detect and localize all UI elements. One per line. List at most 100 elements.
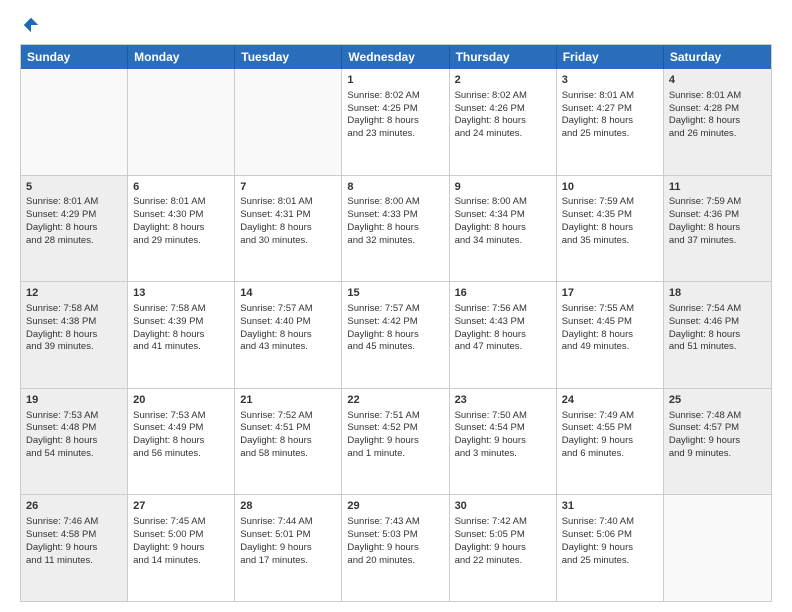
day-info-line: Daylight: 8 hours <box>133 435 229 448</box>
day-info-line: and 23 minutes. <box>347 128 443 141</box>
header-day-wednesday: Wednesday <box>342 45 449 69</box>
header-day-friday: Friday <box>557 45 664 69</box>
day-info-line: Sunset: 4:45 PM <box>562 316 658 329</box>
calendar-cell-29: 29Sunrise: 7:43 AMSunset: 5:03 PMDayligh… <box>342 495 449 601</box>
calendar-cell-28: 28Sunrise: 7:44 AMSunset: 5:01 PMDayligh… <box>235 495 342 601</box>
day-info-line: and 25 minutes. <box>562 128 658 141</box>
day-info-line: Sunrise: 8:00 AM <box>347 196 443 209</box>
day-info-line: and 41 minutes. <box>133 341 229 354</box>
day-number: 28 <box>240 499 336 514</box>
day-info-line: Sunrise: 7:44 AM <box>240 516 336 529</box>
page: SundayMondayTuesdayWednesdayThursdayFrid… <box>0 0 792 612</box>
day-info-line: Sunset: 4:30 PM <box>133 209 229 222</box>
day-info-line: and 45 minutes. <box>347 341 443 354</box>
day-info-line: Sunrise: 8:01 AM <box>133 196 229 209</box>
day-info-line: and 43 minutes. <box>240 341 336 354</box>
calendar-cell-9: 9Sunrise: 8:00 AMSunset: 4:34 PMDaylight… <box>450 176 557 282</box>
header <box>20 16 772 34</box>
week-row-2: 12Sunrise: 7:58 AMSunset: 4:38 PMDayligh… <box>21 282 771 389</box>
day-info-line: Daylight: 8 hours <box>133 329 229 342</box>
day-info-line: Sunrise: 7:51 AM <box>347 410 443 423</box>
day-number: 8 <box>347 180 443 195</box>
day-info-line: Daylight: 9 hours <box>240 542 336 555</box>
day-info-line: Daylight: 8 hours <box>240 329 336 342</box>
day-number: 18 <box>669 286 766 301</box>
day-info-line: and 25 minutes. <box>562 555 658 568</box>
day-info-line: Daylight: 9 hours <box>562 542 658 555</box>
day-info-line: Sunrise: 8:01 AM <box>240 196 336 209</box>
day-info-line: Sunset: 5:05 PM <box>455 529 551 542</box>
day-info-line: Sunset: 5:03 PM <box>347 529 443 542</box>
day-info-line: Sunrise: 7:59 AM <box>669 196 766 209</box>
week-row-4: 26Sunrise: 7:46 AMSunset: 4:58 PMDayligh… <box>21 495 771 601</box>
day-info-line: and 34 minutes. <box>455 235 551 248</box>
day-info-line: and 56 minutes. <box>133 448 229 461</box>
calendar-cell-13: 13Sunrise: 7:58 AMSunset: 4:39 PMDayligh… <box>128 282 235 388</box>
day-info-line: Daylight: 8 hours <box>669 115 766 128</box>
day-info-line: and 29 minutes. <box>133 235 229 248</box>
day-info-line: Sunrise: 8:02 AM <box>455 90 551 103</box>
day-info-line: Daylight: 8 hours <box>455 329 551 342</box>
day-info-line: and 37 minutes. <box>669 235 766 248</box>
day-number: 13 <box>133 286 229 301</box>
day-info-line: Daylight: 8 hours <box>240 222 336 235</box>
day-info-line: and 28 minutes. <box>26 235 122 248</box>
calendar-cell-empty-2 <box>235 69 342 175</box>
day-info-line: Daylight: 8 hours <box>455 222 551 235</box>
calendar-cell-27: 27Sunrise: 7:45 AMSunset: 5:00 PMDayligh… <box>128 495 235 601</box>
day-info-line: Sunset: 4:31 PM <box>240 209 336 222</box>
day-info-line: Sunset: 4:42 PM <box>347 316 443 329</box>
calendar-cell-7: 7Sunrise: 8:01 AMSunset: 4:31 PMDaylight… <box>235 176 342 282</box>
day-number: 5 <box>26 180 122 195</box>
day-info-line: Daylight: 8 hours <box>26 222 122 235</box>
day-number: 15 <box>347 286 443 301</box>
day-info-line: Sunrise: 7:53 AM <box>133 410 229 423</box>
day-info-line: and 24 minutes. <box>455 128 551 141</box>
day-info-line: Sunset: 4:36 PM <box>669 209 766 222</box>
day-info-line: and 32 minutes. <box>347 235 443 248</box>
day-info-line: Sunrise: 7:50 AM <box>455 410 551 423</box>
week-row-1: 5Sunrise: 8:01 AMSunset: 4:29 PMDaylight… <box>21 176 771 283</box>
day-info-line: Daylight: 9 hours <box>455 542 551 555</box>
day-info-line: Daylight: 8 hours <box>26 435 122 448</box>
day-info-line: Sunset: 4:43 PM <box>455 316 551 329</box>
calendar-cell-23: 23Sunrise: 7:50 AMSunset: 4:54 PMDayligh… <box>450 389 557 495</box>
day-number: 30 <box>455 499 551 514</box>
day-info-line: Sunrise: 7:58 AM <box>133 303 229 316</box>
day-info-line: Daylight: 8 hours <box>240 435 336 448</box>
day-info-line: Sunrise: 7:52 AM <box>240 410 336 423</box>
calendar-cell-6: 6Sunrise: 8:01 AMSunset: 4:30 PMDaylight… <box>128 176 235 282</box>
day-number: 31 <box>562 499 658 514</box>
day-info-line: Daylight: 8 hours <box>133 222 229 235</box>
day-info-line: Sunrise: 8:02 AM <box>347 90 443 103</box>
day-info-line: Sunset: 4:25 PM <box>347 103 443 116</box>
calendar-cell-19: 19Sunrise: 7:53 AMSunset: 4:48 PMDayligh… <box>21 389 128 495</box>
day-info-line: and 39 minutes. <box>26 341 122 354</box>
calendar-cell-5: 5Sunrise: 8:01 AMSunset: 4:29 PMDaylight… <box>21 176 128 282</box>
calendar-header: SundayMondayTuesdayWednesdayThursdayFrid… <box>21 45 771 69</box>
day-info-line: Daylight: 9 hours <box>669 435 766 448</box>
day-info-line: Sunset: 4:49 PM <box>133 422 229 435</box>
day-info-line: and 14 minutes. <box>133 555 229 568</box>
day-info-line: Sunrise: 7:55 AM <box>562 303 658 316</box>
day-info-line: Sunset: 4:35 PM <box>562 209 658 222</box>
day-number: 3 <box>562 73 658 88</box>
calendar-cell-25: 25Sunrise: 7:48 AMSunset: 4:57 PMDayligh… <box>664 389 771 495</box>
day-info-line: Daylight: 8 hours <box>562 329 658 342</box>
day-info-line: Sunrise: 7:46 AM <box>26 516 122 529</box>
calendar-cell-8: 8Sunrise: 8:00 AMSunset: 4:33 PMDaylight… <box>342 176 449 282</box>
day-info-line: Daylight: 9 hours <box>133 542 229 555</box>
calendar-cell-31: 31Sunrise: 7:40 AMSunset: 5:06 PMDayligh… <box>557 495 664 601</box>
day-info-line: Sunset: 4:33 PM <box>347 209 443 222</box>
calendar-cell-14: 14Sunrise: 7:57 AMSunset: 4:40 PMDayligh… <box>235 282 342 388</box>
day-info-line: and 20 minutes. <box>347 555 443 568</box>
day-info-line: and 58 minutes. <box>240 448 336 461</box>
day-info-line: Sunrise: 7:53 AM <box>26 410 122 423</box>
day-number: 16 <box>455 286 551 301</box>
calendar-cell-26: 26Sunrise: 7:46 AMSunset: 4:58 PMDayligh… <box>21 495 128 601</box>
logo-text <box>20 16 40 34</box>
day-number: 9 <box>455 180 551 195</box>
day-info-line: Sunrise: 8:01 AM <box>669 90 766 103</box>
day-info-line: and 1 minute. <box>347 448 443 461</box>
day-info-line: Sunrise: 8:01 AM <box>562 90 658 103</box>
